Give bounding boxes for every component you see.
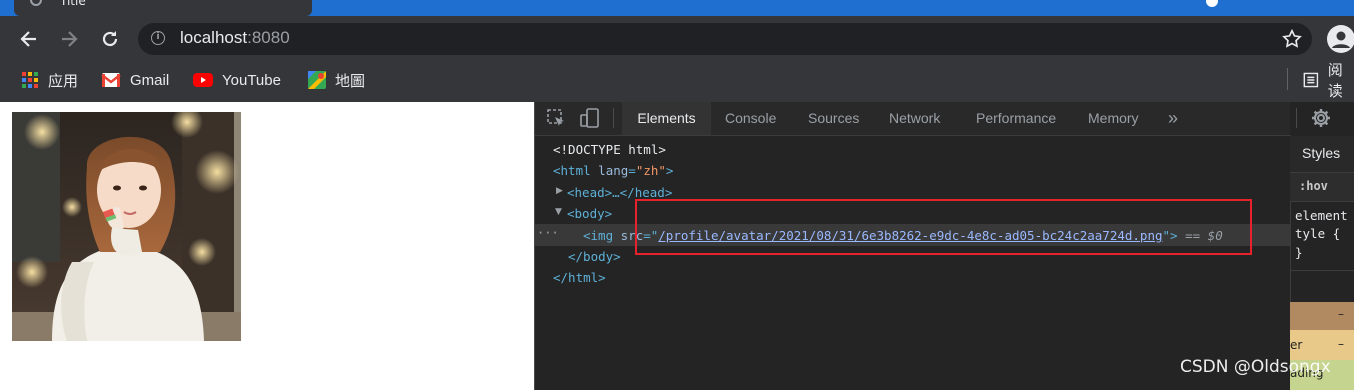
highlight-box [635, 199, 1252, 255]
gmail-icon [101, 73, 121, 87]
reading-list-icon [1303, 72, 1319, 88]
tab-memory[interactable]: Memory [1088, 102, 1139, 135]
tab-performance[interactable]: Performance [976, 102, 1056, 135]
styles-divider [1290, 270, 1354, 271]
more-tabs-button[interactable]: » [1168, 102, 1178, 135]
expand-triangle-icon[interactable]: ▶ [556, 186, 563, 196]
reload-button[interactable] [95, 24, 125, 54]
style-rule-line: } [1295, 245, 1303, 260]
attr-name: lang [598, 163, 629, 178]
maps-icon [308, 71, 326, 89]
box-model-value: – [1338, 307, 1344, 321]
avatar-image [12, 112, 241, 341]
bookmark-maps[interactable]: 地圖 [308, 69, 365, 91]
collapse-triangle-icon[interactable]: ▼ [555, 207, 562, 217]
bookmark-star-icon[interactable] [1281, 28, 1303, 54]
watermark-text: CSDN @Oldsongx [1180, 357, 1331, 377]
bookmarks-divider [1287, 68, 1288, 90]
bookmark-label: YouTube [222, 71, 281, 89]
bookmark-youtube[interactable]: YouTube [193, 69, 281, 91]
box-model-margin [1290, 302, 1354, 330]
box-model-label: er [1290, 338, 1303, 352]
hov-toggle[interactable]: :hov [1299, 179, 1328, 193]
style-rule-line: element [1295, 208, 1348, 223]
tag-text: <head>…</head> [567, 185, 673, 200]
tab-elements[interactable]: Elements [622, 102, 711, 135]
reading-list-label: 阅读 [1327, 62, 1343, 100]
url-host: localhost [180, 28, 248, 47]
tab-console[interactable]: Console [725, 102, 776, 135]
node-actions-icon[interactable]: ··· [537, 226, 559, 240]
tab-sources[interactable]: Sources [808, 102, 859, 135]
dom-doctype[interactable]: <!DOCTYPE html> [553, 142, 666, 157]
url-port: :8080 [247, 28, 290, 47]
dom-html-open[interactable]: <html lang="zh"> [553, 163, 673, 178]
devtools-divider [1296, 108, 1297, 128]
box-model-value: – [1338, 337, 1344, 351]
bookmark-label: 应用 [48, 72, 79, 90]
bookmark-label: 地圖 [335, 72, 366, 90]
dom-head[interactable]: <head>…</head> [567, 185, 672, 200]
bookmark-apps[interactable]: 应用 [21, 69, 78, 91]
device-toolbar-icon[interactable] [579, 107, 601, 133]
tag-text: <body> [567, 206, 613, 221]
tag-text: </html> [553, 270, 606, 285]
inspect-element-icon[interactable] [546, 108, 566, 132]
tab-network[interactable]: Network [889, 102, 940, 135]
tag-text: <html [553, 163, 591, 178]
profile-avatar-icon[interactable] [1327, 25, 1354, 53]
bookmark-gmail[interactable]: Gmail [101, 69, 169, 91]
devtools-divider [613, 108, 614, 128]
attr-value: "zh" [635, 163, 666, 178]
tag-text: <img [583, 228, 614, 243]
active-tab-underline [622, 133, 711, 135]
tab-styles[interactable]: Styles [1302, 145, 1340, 161]
dom-body-open[interactable]: <body> [567, 206, 612, 221]
back-arrow-icon [20, 31, 36, 47]
back-button[interactable] [14, 24, 44, 54]
bookmark-label: Gmail [130, 71, 170, 89]
forward-button[interactable] [54, 24, 84, 54]
address-bar[interactable] [138, 23, 1312, 55]
dom-body-close[interactable]: </body> [568, 249, 621, 264]
url-text[interactable]: localhost:8080 [180, 28, 290, 48]
dom-html-close[interactable]: </html> [553, 270, 606, 285]
browser-tab[interactable] [14, 0, 312, 16]
style-rule-line: tyle { [1295, 226, 1341, 241]
site-info-icon[interactable]: i [151, 31, 165, 45]
forward-arrow-icon [62, 31, 78, 47]
apps-grid-icon [22, 72, 38, 88]
settings-gear-icon[interactable] [1311, 108, 1331, 132]
doctype-text: <!DOCTYPE html> [553, 142, 666, 157]
reload-icon [102, 31, 118, 47]
youtube-icon [193, 73, 213, 87]
tag-text: </body> [568, 249, 621, 264]
reading-list-button[interactable]: 阅读 [1303, 62, 1354, 100]
tab-title: Title [60, 0, 86, 8]
